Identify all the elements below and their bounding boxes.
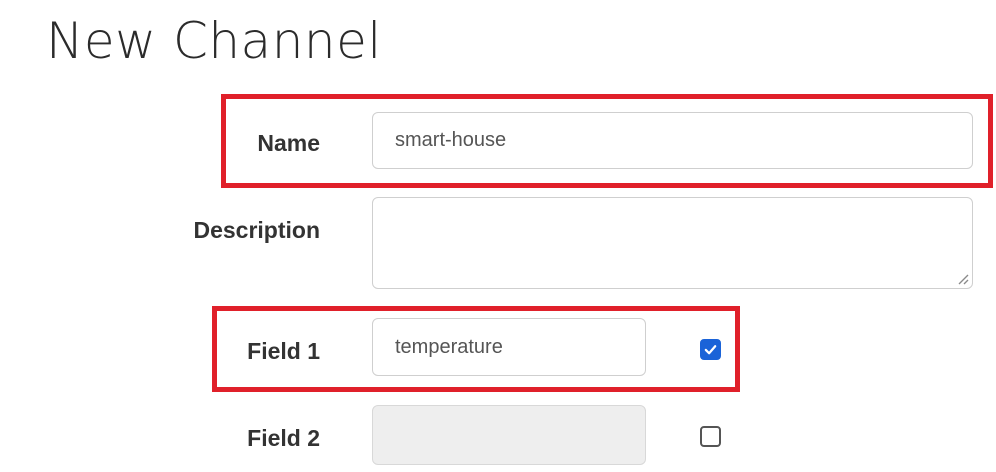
description-label: Description xyxy=(193,217,320,243)
field-1-input[interactable] xyxy=(372,318,646,376)
description-textarea-wrapper xyxy=(372,197,973,289)
field-2-label: Field 2 xyxy=(247,425,320,451)
field-2-input[interactable] xyxy=(372,405,646,465)
field-2-checkbox[interactable] xyxy=(700,426,721,447)
field-1-label: Field 1 xyxy=(247,338,320,364)
name-label: Name xyxy=(257,130,320,156)
resize-grip-icon[interactable] xyxy=(957,273,969,285)
new-channel-page: New Channel Name Description Field 1 Fie… xyxy=(0,0,996,472)
checkmark-icon xyxy=(704,345,717,355)
description-textarea[interactable] xyxy=(372,197,973,289)
page-title: New Channel xyxy=(46,12,382,70)
field-1-checkbox[interactable] xyxy=(700,339,721,360)
name-input[interactable] xyxy=(372,112,973,169)
